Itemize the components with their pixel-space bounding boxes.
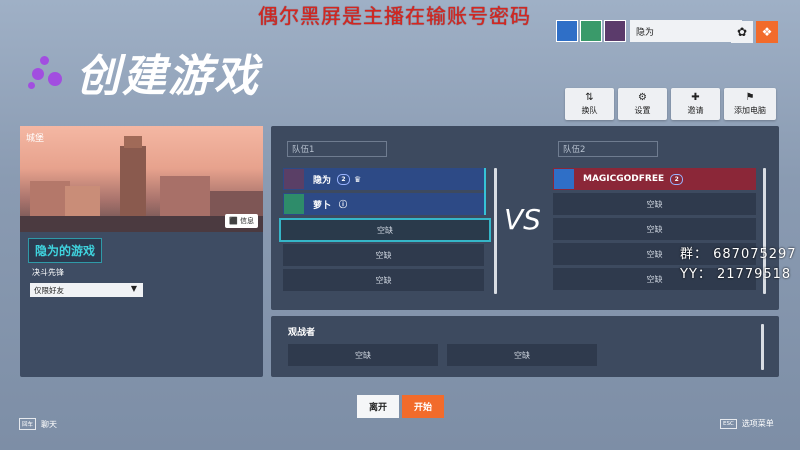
team1-slot-player[interactable]: 萝卜 ⓘ <box>283 193 484 215</box>
swap-team-icon: ⇅ <box>585 91 594 103</box>
mode-label: 决斗先锋 <box>32 268 64 277</box>
info-icon: ⬛ <box>229 217 238 225</box>
teams-panel: 队伍1 队伍2 隐为 2 ♛ 萝卜 ⓘ 空缺 空缺 空缺 VS MAGICGOD… <box>271 126 779 310</box>
leave-button[interactable]: 离开 <box>357 395 399 418</box>
chat-hint[interactable]: 回车 聊天 <box>19 418 57 430</box>
spectator-slot-empty[interactable]: 空缺 <box>447 344 597 366</box>
team1-slot-player[interactable]: 隐为 2 ♛ <box>283 168 484 190</box>
key-hint: ESC <box>720 418 737 429</box>
team2-slot-empty[interactable]: 空缺 <box>553 218 756 240</box>
privacy-select[interactable]: 仅限好友 ▼ <box>30 283 143 297</box>
social-button[interactable]: ✿ <box>731 21 753 43</box>
vs-label: VS <box>504 203 541 236</box>
start-button[interactable]: 开始 <box>402 395 444 418</box>
game-icon <box>28 54 68 90</box>
add-ai-icon: ⚑ <box>745 91 755 103</box>
player-name[interactable]: 隐为 <box>630 20 742 42</box>
team2-slot-player[interactable]: MAGICGODFREE 2 <box>553 168 756 190</box>
chevron-down-icon: ▼ <box>130 284 137 293</box>
avatar[interactable] <box>556 20 578 42</box>
game-name[interactable]: 隐为的游戏 <box>28 238 103 263</box>
team1-slot-empty[interactable]: 空缺 <box>283 244 484 266</box>
team2-header: 队伍2 <box>558 141 658 157</box>
avatar[interactable] <box>604 20 626 42</box>
paw-icon: ✿ <box>736 25 748 39</box>
invite-icon: ✚ <box>691 91 700 103</box>
avatar <box>284 169 304 189</box>
menu-hint[interactable]: ESC 选项菜单 <box>720 418 774 429</box>
invite-button[interactable]: ✚ 邀请 <box>671 88 720 120</box>
spectators-panel: 观战者 空缺 空缺 <box>271 316 779 377</box>
team2-slot-empty[interactable]: 空缺 <box>553 193 756 215</box>
team1-accent <box>484 168 486 215</box>
level-badge: 2 <box>670 173 684 185</box>
map-name: 城堡 <box>26 134 45 144</box>
key-hint: 回车 <box>19 418 37 430</box>
map-info-button[interactable]: ⬛ 信息 <box>225 214 258 228</box>
settings-button[interactable]: ⚙ 设置 <box>618 88 667 120</box>
crown-icon: ♛ <box>354 174 362 184</box>
player-bar: 隐为 <box>556 20 742 42</box>
settings-icon: ⚙ <box>638 91 647 103</box>
level-badge: 2 <box>337 173 351 185</box>
group-button[interactable]: ❖ <box>756 21 778 43</box>
avatar[interactable] <box>580 20 602 42</box>
overlay-banner: 偶尔黑屏是主播在输账号密码 <box>258 4 531 28</box>
team1-slot-empty[interactable]: 空缺 <box>283 269 484 291</box>
map-image[interactable]: 城堡 ⬛ 信息 <box>20 126 263 232</box>
avatar <box>554 169 574 189</box>
add-ai-button[interactable]: ⚑ 添加电脑 <box>724 88 776 120</box>
group-icon: ❖ <box>761 25 773 39</box>
lobby-actions: ⇅ 换队 ⚙ 设置 ✚ 邀请 ⚑ 添加电脑 <box>565 88 776 120</box>
swap-team-button[interactable]: ⇅ 换队 <box>565 88 614 120</box>
team1-header: 队伍1 <box>287 141 387 157</box>
contact-group: 群： 687075297 <box>680 247 797 262</box>
spectators-label: 观战者 <box>288 328 316 338</box>
team1-scrollbar[interactable] <box>494 168 497 294</box>
team1-slot-empty[interactable]: 空缺 <box>279 218 491 242</box>
avatar <box>284 194 304 214</box>
info-icon: ⓘ <box>339 199 348 209</box>
map-panel: 城堡 ⬛ 信息 隐为的游戏 决斗先锋 仅限好友 ▼ <box>20 126 263 377</box>
page-title: 创建游戏 <box>28 40 260 104</box>
contact-yy: YY： 21779518 <box>680 267 792 282</box>
page-title-text: 创建游戏 <box>76 51 260 102</box>
spectators-scrollbar[interactable] <box>761 324 764 370</box>
spectator-slot-empty[interactable]: 空缺 <box>288 344 438 366</box>
